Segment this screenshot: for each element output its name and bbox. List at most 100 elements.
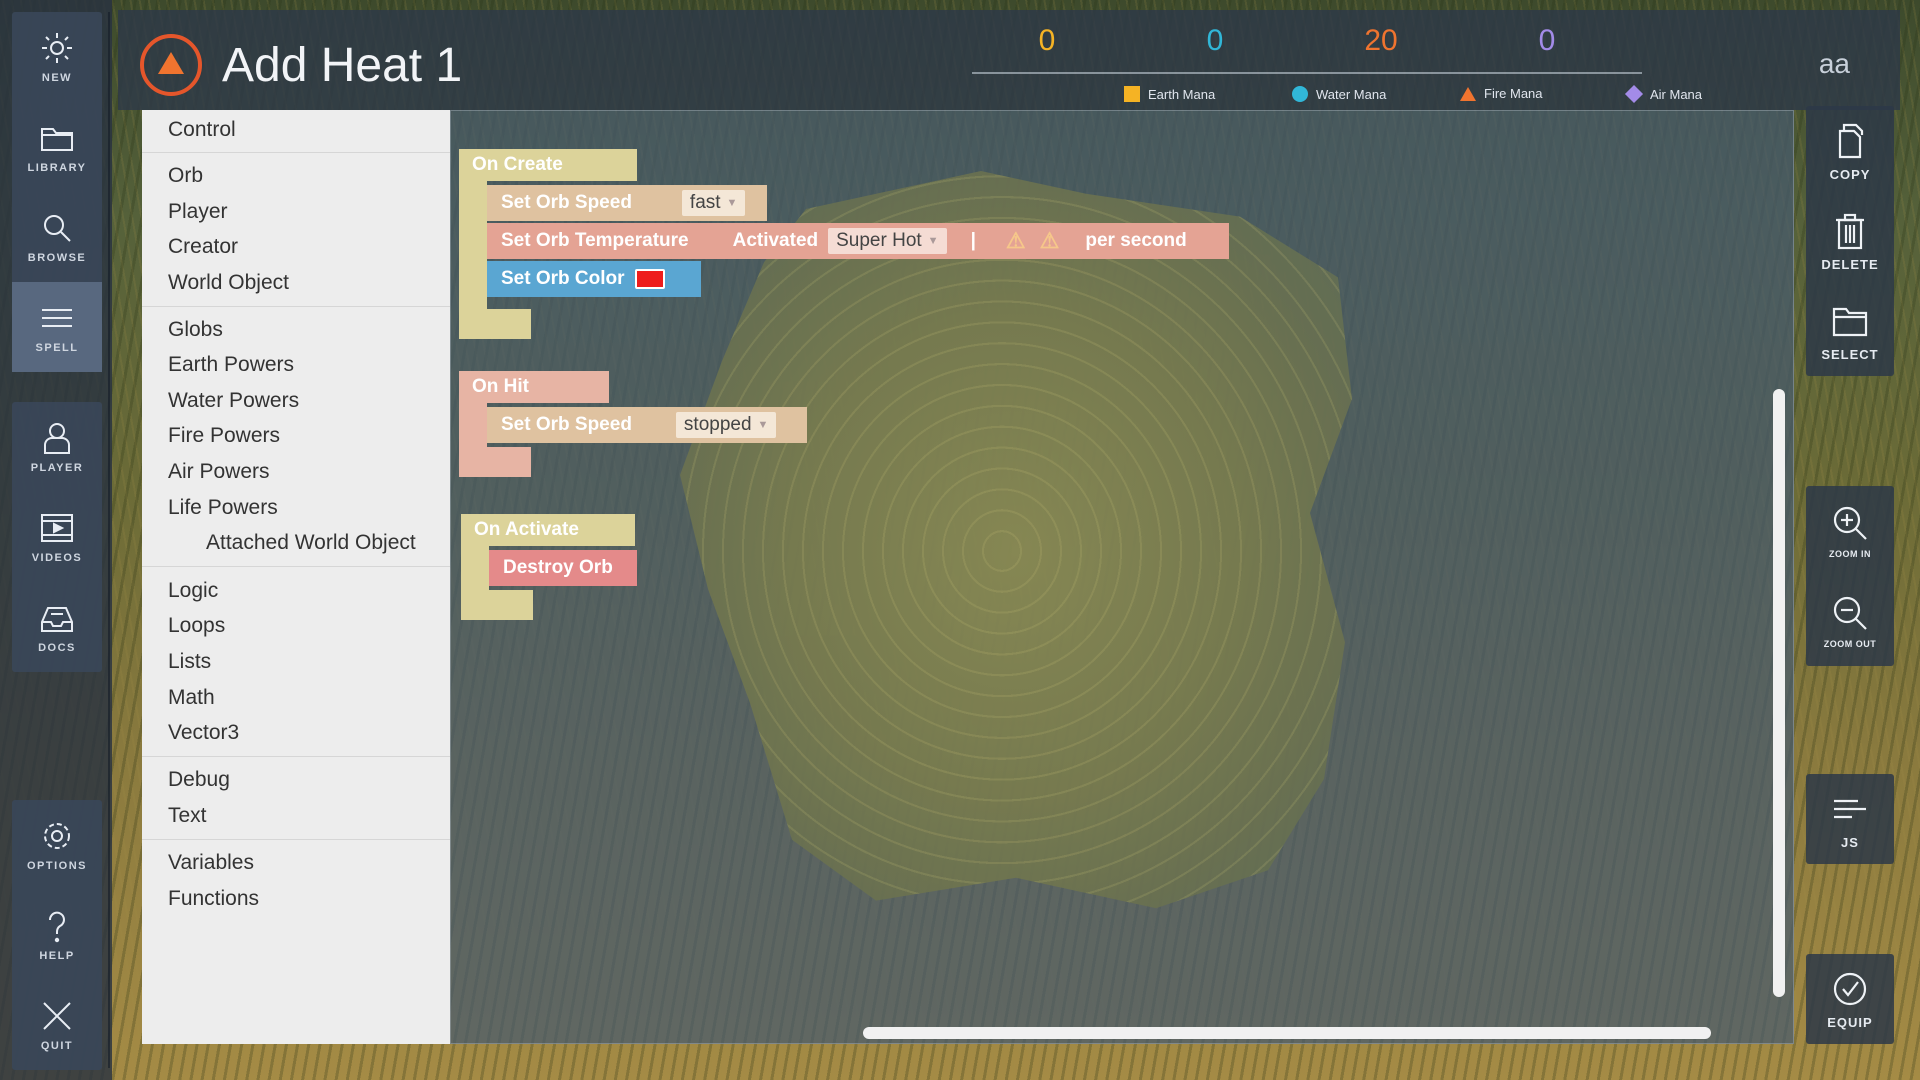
earth-mana: 0 — [972, 24, 1122, 58]
category-lists[interactable]: Lists — [168, 650, 211, 674]
category-divider — [142, 566, 450, 567]
equip-label: EQUIP — [1827, 1014, 1873, 1030]
orb-temperature-value: Super Hot — [836, 230, 922, 251]
trash-icon — [1836, 213, 1864, 249]
vertical-scrollbar[interactable] — [1773, 389, 1785, 997]
category-text[interactable]: Text — [168, 804, 207, 828]
block-workspace[interactable]: On Create Set Orb Speed fast ▼ Set Orb T… — [450, 110, 1794, 1044]
category-water-powers[interactable]: Water Powers — [168, 389, 299, 413]
category-math[interactable]: Math — [168, 686, 215, 710]
nav-spell[interactable]: SPELL — [12, 282, 102, 372]
header: Add Heat 1 0 Earth Mana 0 Water Mana 20 … — [118, 10, 1900, 110]
on-hit-spine — [459, 403, 487, 447]
copy-icon — [1838, 123, 1864, 158]
category-creator[interactable]: Creator — [168, 235, 238, 259]
category-globs[interactable]: Globs — [168, 318, 223, 342]
fire-mana-icon — [1460, 86, 1476, 101]
destroy-orb-block[interactable]: Destroy Orb — [489, 550, 637, 586]
nav-player[interactable]: PLAYER — [12, 402, 102, 492]
on-activate-label: On Activate — [474, 519, 579, 540]
orb-speed-dropdown[interactable]: fast ▼ — [681, 190, 746, 216]
question-icon — [48, 911, 65, 943]
js-button[interactable]: JS — [1806, 774, 1894, 864]
nav-help[interactable]: HELP — [12, 890, 102, 980]
separator-pipe: | — [970, 230, 976, 251]
category-variables[interactable]: Variables — [168, 851, 254, 875]
category-life-powers[interactable]: Life Powers — [168, 496, 278, 520]
nav-quit-label: QUIT — [40, 1040, 74, 1052]
set-orb-temperature-block[interactable]: Set Orb Temperature Activated Super Hot … — [487, 223, 1229, 259]
on-create-block[interactable]: On Create — [459, 149, 637, 181]
nav-docs[interactable]: DOCS — [12, 582, 102, 672]
category-air-powers[interactable]: Air Powers — [168, 460, 270, 484]
nav-docs-label: DOCS — [38, 642, 76, 654]
category-world-object[interactable]: World Object — [168, 271, 289, 295]
category-fire-powers[interactable]: Fire Powers — [168, 424, 280, 448]
category-functions[interactable]: Functions — [168, 887, 259, 911]
category-earth-powers[interactable]: Earth Powers — [168, 353, 294, 377]
per-second-label: per second — [1085, 230, 1187, 251]
category-attached-world-object[interactable]: Attached World Object — [206, 531, 416, 555]
search-icon — [44, 215, 71, 242]
nav-quit[interactable]: QUIT — [12, 980, 102, 1070]
horizontal-scrollbar[interactable] — [863, 1027, 1711, 1039]
category-debug[interactable]: Debug — [168, 768, 230, 792]
fire-logo-icon — [140, 34, 202, 96]
chevron-down-icon: ▼ — [726, 197, 738, 209]
category-control[interactable]: Control — [168, 118, 236, 142]
on-create-spine — [459, 181, 487, 309]
category-orb[interactable]: Orb — [168, 164, 203, 188]
warning-icon: ⚠ — [1039, 228, 1060, 253]
nav-new[interactable]: NEW — [12, 12, 102, 102]
film-icon — [41, 514, 73, 542]
mana-divider — [972, 72, 1642, 74]
orb-temperature-dropdown[interactable]: Super Hot ▼ — [828, 228, 947, 254]
category-divider — [142, 756, 450, 757]
warning-icon: ⚠ — [1005, 228, 1026, 253]
water-mana: 0 — [1140, 24, 1290, 58]
set-orb-speed-block-2[interactable]: Set Orb Speed stopped ▼ — [487, 407, 807, 443]
zoom-out-icon — [1833, 596, 1867, 630]
zoom-in-label: ZOOM IN — [1829, 549, 1871, 559]
category-loops[interactable]: Loops — [168, 614, 225, 638]
set-orb-speed-block[interactable]: Set Orb Speed fast ▼ — [487, 185, 767, 221]
fire-mana: 20 — [1306, 24, 1456, 58]
nav-browse[interactable]: BROWSE — [12, 192, 102, 282]
nav-library[interactable]: LIBRARY — [12, 102, 102, 192]
nav-videos[interactable]: VIDEOS — [12, 492, 102, 582]
select-button[interactable]: SELECT — [1806, 286, 1894, 376]
nav-options[interactable]: OPTIONS — [12, 800, 102, 890]
on-activate-block[interactable]: On Activate — [461, 514, 635, 546]
on-hit-block[interactable]: On Hit — [459, 371, 609, 403]
equip-button[interactable]: EQUIP — [1806, 954, 1894, 1044]
delete-label: DELETE — [1821, 256, 1879, 272]
zoom-in-button[interactable]: ZOOM IN — [1806, 486, 1894, 576]
right-group-zoom: ZOOM IN ZOOM OUT — [1806, 486, 1894, 666]
nav-group-system: OPTIONS HELP QUIT — [12, 800, 102, 1070]
destroy-orb-label: Destroy Orb — [503, 557, 613, 578]
set-orb-color-block[interactable]: Set Orb Color — [487, 261, 701, 297]
category-logic[interactable]: Logic — [168, 579, 218, 603]
nav-new-label: NEW — [41, 72, 73, 84]
chevron-down-icon: ▼ — [757, 419, 769, 431]
orb-color-swatch[interactable] — [634, 269, 665, 289]
earth-mana-label: Earth Mana — [1124, 86, 1215, 102]
text-lines-icon — [1834, 799, 1866, 818]
copy-button[interactable]: COPY — [1806, 106, 1894, 196]
orb-speed-dropdown-2[interactable]: stopped ▼ — [675, 412, 777, 438]
folder-icon — [1832, 307, 1868, 336]
right-group-edit: COPY DELETE SELECT — [1806, 106, 1894, 376]
person-icon — [44, 423, 70, 454]
category-vector3[interactable]: Vector3 — [168, 721, 239, 745]
copy-label: COPY — [1829, 166, 1871, 182]
set-orb-speed-label-2: Set Orb Speed — [501, 414, 632, 435]
delete-button[interactable]: DELETE — [1806, 196, 1894, 286]
air-mana-icon — [1624, 84, 1644, 104]
nav-options-label: OPTIONS — [26, 860, 87, 872]
category-player[interactable]: Player — [168, 200, 228, 224]
js-label: JS — [1841, 834, 1859, 850]
zoom-out-button[interactable]: ZOOM OUT — [1806, 576, 1894, 666]
set-orb-temperature-label: Set Orb Temperature — [501, 230, 689, 251]
water-mana-value: 0 — [1206, 24, 1224, 57]
font-size-toggle[interactable]: aa — [1819, 48, 1850, 80]
